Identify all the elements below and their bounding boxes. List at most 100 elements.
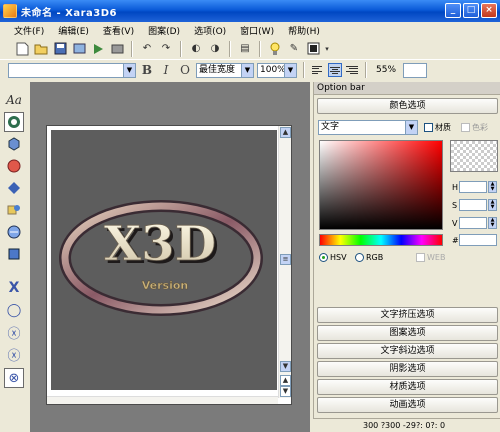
animation-options-button[interactable]: 动画选项 bbox=[317, 397, 498, 413]
bold-button[interactable]: B bbox=[139, 63, 155, 77]
s-spinner-icon[interactable]: ▲ ▼ bbox=[488, 199, 497, 211]
texture-tool-icon[interactable] bbox=[4, 200, 24, 220]
animation-x-icon[interactable]: X bbox=[4, 278, 24, 298]
maximize-button[interactable]: □ bbox=[463, 3, 479, 18]
menu-window[interactable]: 窗口(W) bbox=[240, 24, 274, 37]
export-image-icon[interactable] bbox=[71, 41, 87, 57]
texture-checkbox[interactable] bbox=[424, 123, 433, 132]
menu-view[interactable]: 查看(V) bbox=[103, 24, 134, 37]
zoom-select[interactable]: 100% ▼ bbox=[257, 62, 297, 78]
hex-input[interactable] bbox=[459, 234, 497, 246]
v-label: V bbox=[452, 219, 458, 228]
minimize-button[interactable]: _ bbox=[445, 3, 461, 18]
scroll-down-icon[interactable]: ▼ bbox=[280, 361, 291, 372]
web-checkbox[interactable] bbox=[416, 253, 425, 262]
redo-icon[interactable]: ↷ bbox=[158, 41, 174, 57]
spacing-input[interactable] bbox=[403, 62, 427, 78]
scroll-up-icon[interactable]: ▲ bbox=[280, 127, 291, 138]
view-tool-icon[interactable] bbox=[4, 244, 24, 264]
align-right-button[interactable] bbox=[345, 63, 359, 77]
rgb-radio[interactable] bbox=[355, 253, 364, 262]
toolbar-separator bbox=[180, 40, 182, 57]
web-label: WEB bbox=[427, 253, 446, 262]
new-file-icon[interactable] bbox=[14, 41, 30, 57]
color-tool-icon[interactable] bbox=[4, 112, 24, 132]
menu-design[interactable]: 图案(D) bbox=[148, 24, 180, 37]
animation-play-icon[interactable]: ⊗ bbox=[4, 368, 24, 388]
outline-button[interactable]: O bbox=[177, 63, 193, 77]
v-spinner-icon[interactable]: ▲ ▼ bbox=[488, 217, 497, 229]
page-down-icon[interactable]: ▼ bbox=[280, 386, 291, 397]
export-animation-icon[interactable] bbox=[90, 41, 106, 57]
chevron-down-icon: ▼ bbox=[241, 63, 253, 77]
s-input[interactable] bbox=[459, 199, 487, 211]
shade-checkbox[interactable] bbox=[461, 123, 470, 132]
main-toolbar: ↶ ↷ ◐ ◑ ▤ ✎ ▾ bbox=[0, 38, 500, 60]
hsv-radio[interactable] bbox=[319, 253, 328, 262]
saturation-value-picker[interactable] bbox=[319, 140, 443, 230]
menu-edit[interactable]: 编辑(E) bbox=[58, 24, 89, 37]
design-prev-icon[interactable]: ◐ bbox=[188, 41, 204, 57]
texture-options-button[interactable]: 材质选项 bbox=[317, 379, 498, 395]
h-spinner-icon[interactable]: ▲ ▼ bbox=[488, 181, 497, 193]
lighting-tool-icon[interactable] bbox=[4, 222, 24, 242]
bevel-options-button[interactable]: 文字斜边选项 bbox=[317, 343, 498, 359]
document-frame: X3D X3D Version ▲ ≡ ▼ ▲ ▼ bbox=[46, 125, 292, 405]
shade-label: 色彩 bbox=[472, 123, 488, 132]
open-folder-icon[interactable] bbox=[33, 41, 49, 57]
rotate-y-icon[interactable]: ⓧ bbox=[4, 322, 24, 342]
toolbar-separator bbox=[229, 40, 231, 57]
menu-file[interactable]: 文件(F) bbox=[14, 24, 44, 37]
design-options-button[interactable]: 图案选项 bbox=[317, 325, 498, 341]
menu-help[interactable]: 帮助(H) bbox=[288, 24, 320, 37]
width-mode-value: 最佳宽度 bbox=[199, 64, 236, 75]
title-bar: 未命名 - Xara3D6 _ □ × bbox=[0, 0, 500, 22]
dropdown-arrow-icon[interactable]: ▾ bbox=[324, 41, 330, 57]
vertical-scrollbar[interactable]: ▲ ≡ ▼ ▲ ▼ bbox=[278, 126, 291, 398]
design-next-icon[interactable]: ◑ bbox=[207, 41, 223, 57]
toolbar-separator bbox=[259, 40, 261, 57]
color-pick-icon[interactable]: ✎ bbox=[286, 41, 302, 57]
left-toolbar: Aa X ◯ ⓧ ⓧ ⊗ bbox=[0, 88, 28, 432]
v-input[interactable] bbox=[459, 217, 487, 229]
hue-slider[interactable] bbox=[319, 234, 443, 246]
align-bars-icon[interactable]: ▤ bbox=[237, 41, 253, 57]
scroll-thumb[interactable]: ≡ bbox=[280, 254, 291, 265]
bevel-tool-icon[interactable] bbox=[4, 156, 24, 176]
render-viewport[interactable]: X3D X3D Version bbox=[51, 130, 277, 390]
text-tool-icon[interactable]: Aa bbox=[4, 90, 24, 110]
option-bar: Option bar 颜色选项 文字 ▼ 材质 色彩 H ▲ ▼ S ▲ ▼ V ▲… bbox=[313, 82, 500, 432]
window-title: 未命名 - Xara3D6 bbox=[21, 7, 117, 19]
color-target-select[interactable]: 文字 ▼ bbox=[318, 120, 418, 135]
window-controls: _ □ × bbox=[445, 3, 497, 18]
color-options-button[interactable]: 颜色选项 bbox=[317, 98, 498, 114]
zoom-value: 100% bbox=[260, 64, 286, 75]
menu-options[interactable]: 选项(O) bbox=[194, 24, 226, 37]
toolbar-separator bbox=[131, 40, 133, 57]
page-up-icon[interactable]: ▲ bbox=[280, 375, 291, 386]
italic-button[interactable]: I bbox=[158, 63, 174, 77]
align-center-button[interactable] bbox=[328, 63, 342, 77]
h-input[interactable] bbox=[459, 181, 487, 193]
light-bulb-icon[interactable] bbox=[267, 41, 283, 57]
export-video-icon[interactable] bbox=[109, 41, 125, 57]
shadow-options-button[interactable]: 阴影选项 bbox=[317, 361, 498, 377]
h-label: H bbox=[452, 183, 459, 192]
save-icon[interactable] bbox=[52, 41, 68, 57]
extrude-tool-icon[interactable] bbox=[4, 134, 24, 154]
rotate-x-icon[interactable]: ◯ bbox=[4, 300, 24, 320]
align-left-button[interactable] bbox=[311, 63, 325, 77]
shadow-tool-icon[interactable] bbox=[4, 178, 24, 198]
frame-icon[interactable] bbox=[305, 41, 321, 57]
app-icon bbox=[3, 4, 17, 18]
horizontal-scrollbar[interactable] bbox=[47, 396, 278, 404]
close-button[interactable]: × bbox=[481, 3, 497, 18]
rotate-z-icon[interactable]: ⓧ bbox=[4, 344, 24, 364]
undo-icon[interactable]: ↶ bbox=[139, 41, 155, 57]
texture-label: 材质 bbox=[435, 123, 451, 132]
version-text: Version bbox=[142, 279, 189, 292]
font-select[interactable]: ▼ bbox=[8, 62, 136, 78]
extrude-options-button[interactable]: 文字挤压选项 bbox=[317, 307, 498, 323]
width-mode-select[interactable]: 最佳宽度 ▼ bbox=[196, 62, 254, 78]
status-bar: 300 ?300 -29?: 0?: 0 bbox=[313, 418, 500, 432]
